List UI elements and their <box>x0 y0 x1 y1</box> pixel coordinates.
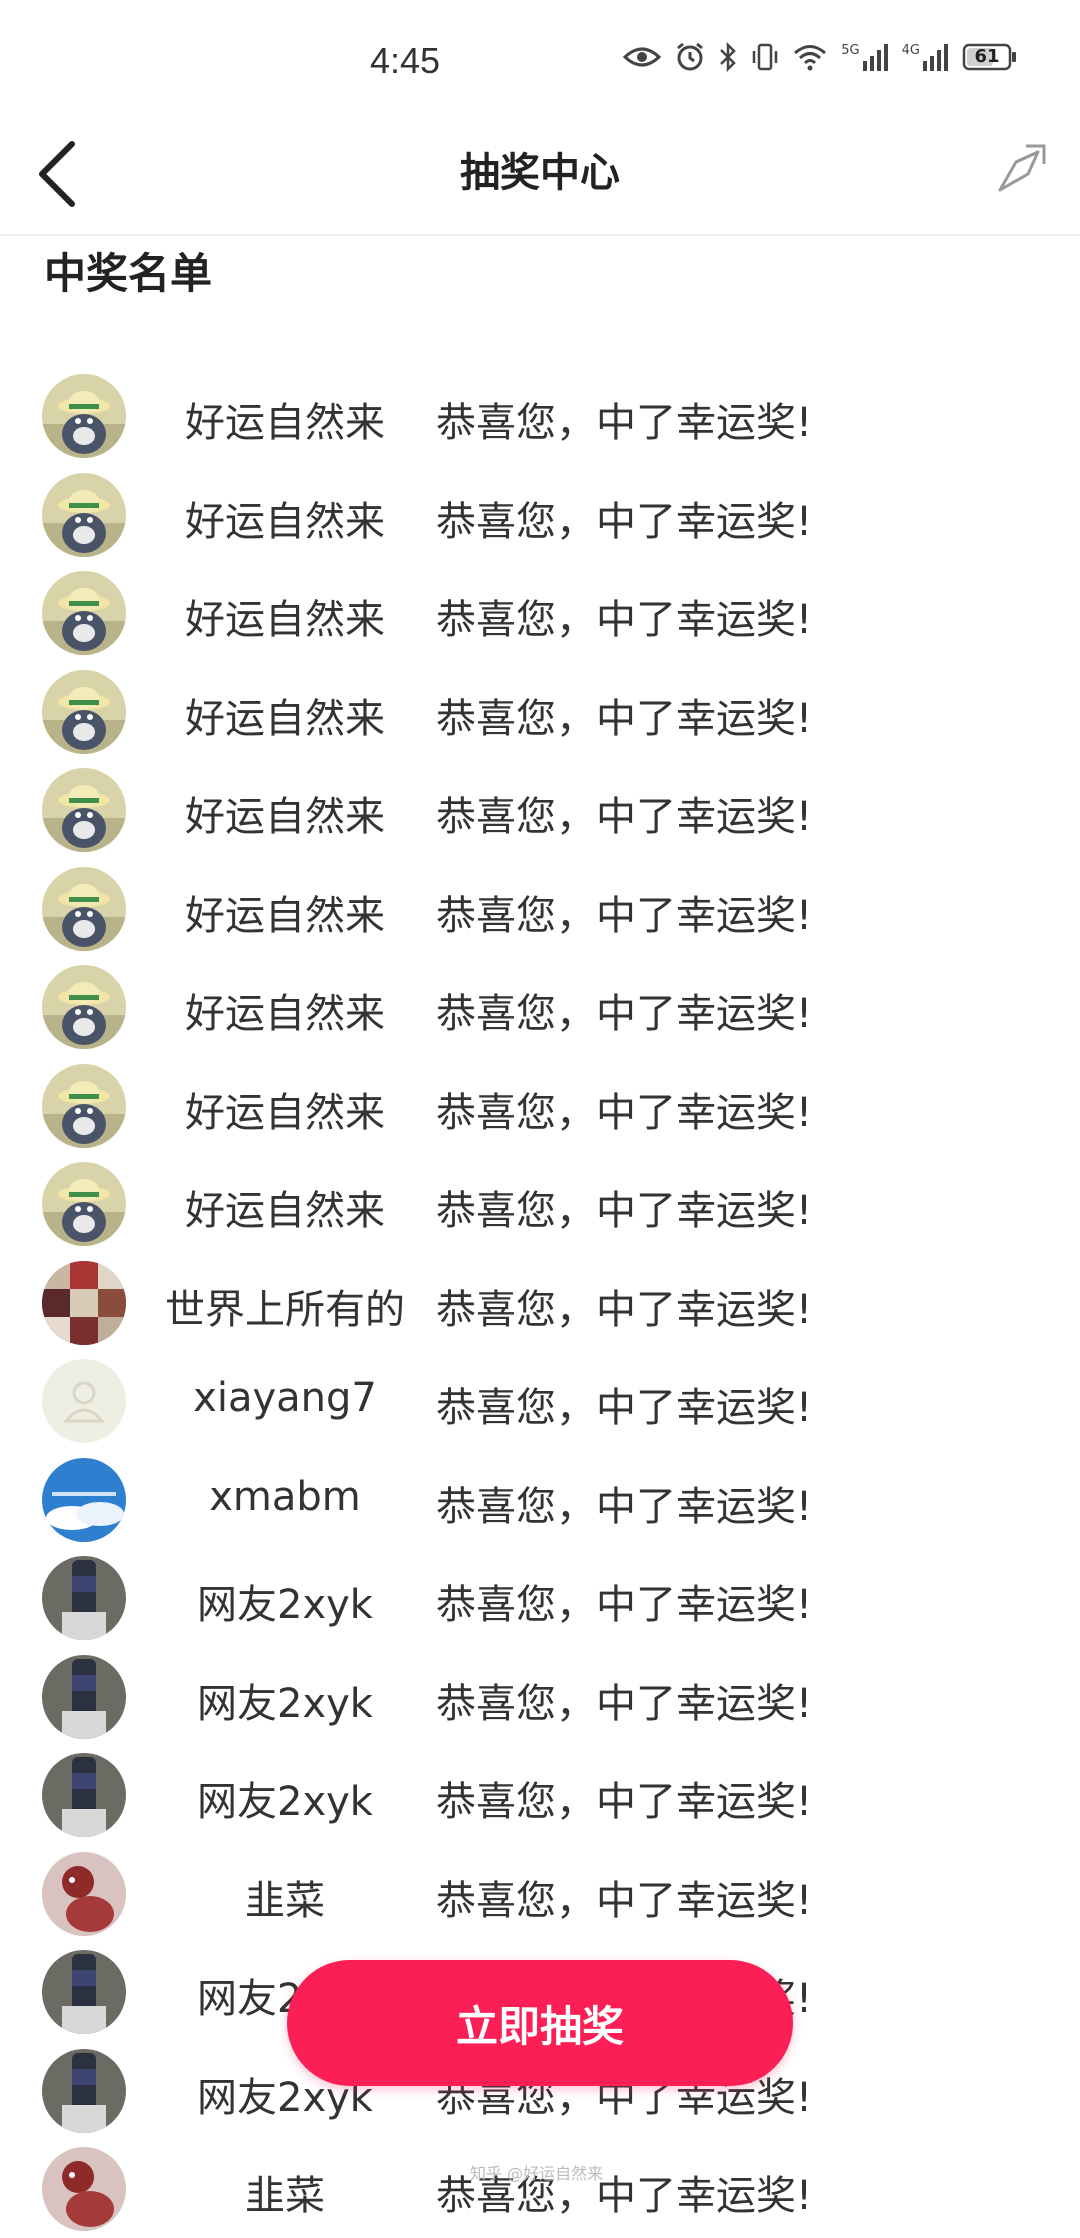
winner-row: 好运自然来 恭喜您，中了幸运奖! <box>0 957 1080 1056</box>
winner-row: 好运自然来 恭喜您，中了幸运奖! <box>0 563 1080 662</box>
bottle-avatar[interactable] <box>42 1654 126 1739</box>
status-icons: 5G 4G 61 <box>623 42 1018 72</box>
winner-name: 韭菜 <box>245 2173 325 2219</box>
winner-row: 网友2xyk 恭喜您，中了幸运奖! <box>0 1745 1080 1844</box>
page-title: 抽奖中心 <box>460 150 620 196</box>
bottle-avatar[interactable] <box>42 1753 126 1837</box>
wifi-icon <box>793 43 827 71</box>
winner-name: 好运自然来 <box>185 400 385 446</box>
signal-5g-icon: 5G <box>841 43 888 71</box>
winner-name: 好运自然来 <box>185 991 385 1037</box>
share-icon <box>998 144 1046 192</box>
winner-name: 好运自然来 <box>185 794 385 840</box>
winner-message: 恭喜您，中了幸运奖! <box>436 1089 813 1136</box>
nav-bar: 抽奖中心 <box>0 110 1080 236</box>
watermark: 知乎 @好运自然来 <box>470 2164 604 2183</box>
winner-message: 恭喜您，中了幸运奖! <box>436 1385 813 1431</box>
winner-name: 网友2xyk <box>197 1779 373 1825</box>
winner-row: 好运自然来 恭喜您，中了幸运奖! <box>0 366 1080 465</box>
sky-cloud-avatar[interactable] <box>42 1457 126 1542</box>
winner-row: 好运自然来 恭喜您，中了幸运奖! <box>0 465 1080 564</box>
winner-name: xmabm <box>209 1473 361 1520</box>
winner-name: 好运自然来 <box>185 597 385 643</box>
winner-list: 好运自然来 恭喜您，中了幸运奖! 好运自然来 恭喜您，中了幸运奖! 好运自然来 恭喜您，中… <box>0 366 1080 2238</box>
cartoon-cat-avatar[interactable] <box>42 472 126 557</box>
winner-name: 网友2xyk <box>197 1680 373 1727</box>
winner-message: 恭喜您，中了幸运奖! <box>436 1188 813 1234</box>
battery-icon: 61 <box>962 43 1018 71</box>
winner-name: 世界上所有的 <box>165 1286 405 1333</box>
cartoon-cat-avatar[interactable] <box>42 669 126 754</box>
winner-name: 韭菜 <box>245 1877 325 1924</box>
status-bar: 4:45 5G 4G 61 <box>0 0 1080 110</box>
cartoon-cat-avatar[interactable] <box>42 1162 126 1246</box>
winner-message: 恭喜您，中了幸运奖! <box>436 1286 813 1333</box>
signal-4g-icon: 4G <box>902 43 948 71</box>
winner-name: 好运自然来 <box>185 695 385 742</box>
winner-message: 恭喜您，中了幸运奖! <box>436 400 813 446</box>
winner-message: 恭喜您，中了幸运奖! <box>436 794 813 840</box>
winner-message: 恭喜您，中了幸运奖! <box>436 1680 813 1727</box>
winner-row: 好运自然来 恭喜您，中了幸运奖! <box>0 1154 1080 1253</box>
winner-row: xiayang7 恭喜您，中了幸运奖! <box>0 1351 1080 1450</box>
winner-message: 恭喜您，中了幸运奖! <box>436 1779 813 1825</box>
winner-name: 好运自然来 <box>185 1089 385 1136</box>
cartoon-cat-avatar[interactable] <box>42 866 126 951</box>
vibrate-icon <box>751 42 779 72</box>
winner-name: 好运自然来 <box>185 498 385 545</box>
red-figure-avatar[interactable] <box>42 1851 126 1936</box>
winner-message: 恭喜您，中了幸运奖! <box>436 1483 813 1530</box>
winner-name: 好运自然来 <box>185 892 385 939</box>
winner-name: 好运自然来 <box>185 1188 385 1234</box>
winner-name: 网友2xyk <box>197 1582 373 1628</box>
winner-row: 韭菜 恭喜您，中了幸运奖! <box>0 2139 1080 2238</box>
bottle-avatar[interactable] <box>42 1950 126 2034</box>
winner-message: 恭喜您，中了幸运奖! <box>436 991 813 1037</box>
cartoon-cat-avatar[interactable] <box>42 1063 126 1148</box>
winner-row: 网友2xyk 恭喜您，中了幸运奖! <box>0 1548 1080 1647</box>
bottle-avatar[interactable] <box>42 1556 126 1640</box>
bluetooth-icon <box>719 42 737 72</box>
winner-message: 恭喜您，中了幸运奖! <box>436 892 813 939</box>
winner-name: xiayang7 <box>193 1375 377 1421</box>
winner-message: 恭喜您，中了幸运奖! <box>436 695 813 742</box>
cartoon-cat-avatar[interactable] <box>42 374 126 458</box>
winner-message: 恭喜您，中了幸运奖! <box>436 1582 813 1628</box>
share-button[interactable] <box>992 140 1052 200</box>
draw-now-button[interactable]: 立即抽奖 <box>287 1960 793 2086</box>
winner-message: 恭喜您，中了幸运奖! <box>436 597 813 643</box>
winner-row: 好运自然来 恭喜您，中了幸运奖! <box>0 859 1080 958</box>
winner-row: 好运自然来 恭喜您，中了幸运奖! <box>0 662 1080 761</box>
status-time: 4:45 <box>370 40 441 81</box>
winner-message: 恭喜您，中了幸运奖! <box>436 1877 813 1924</box>
default-user-avatar[interactable] <box>42 1359 126 1443</box>
cartoon-cat-avatar[interactable] <box>42 571 126 655</box>
bottle-avatar[interactable] <box>42 2048 126 2133</box>
section-title: 中奖名单 <box>44 249 213 298</box>
winner-message: 恭喜您，中了幸运奖! <box>436 498 813 545</box>
cartoon-cat-avatar[interactable] <box>42 768 126 852</box>
cartoon-cat-avatar[interactable] <box>42 965 126 1049</box>
winner-row: 好运自然来 恭喜您，中了幸运奖! <box>0 760 1080 859</box>
eye-icon <box>623 45 662 69</box>
winner-row: 韭菜 恭喜您，中了幸运奖! <box>0 1844 1080 1943</box>
collage-avatar[interactable] <box>42 1260 126 1345</box>
winner-row: 网友2xyk 恭喜您，中了幸运奖! <box>0 1647 1080 1746</box>
winner-row: 好运自然来 恭喜您，中了幸运奖! <box>0 1056 1080 1155</box>
winner-row: 世界上所有的 恭喜您，中了幸运奖! <box>0 1253 1080 1352</box>
alarm-icon <box>675 42 705 72</box>
red-figure-avatar[interactable] <box>42 2147 126 2231</box>
winner-row: xmabm 恭喜您，中了幸运奖! <box>0 1450 1080 1549</box>
